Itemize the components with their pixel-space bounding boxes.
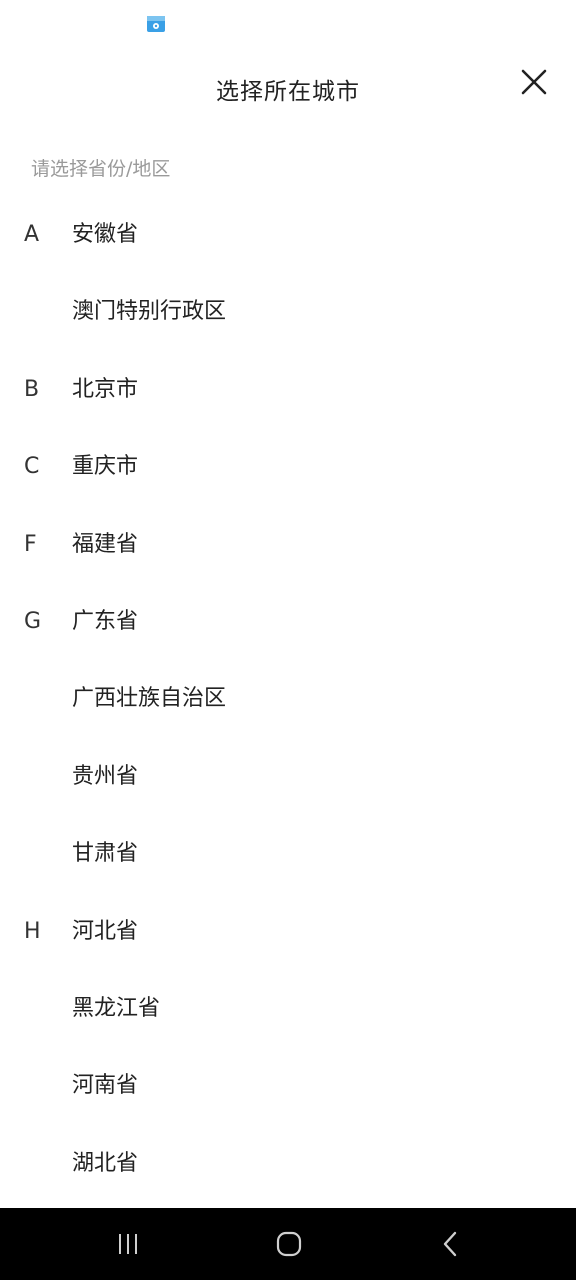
index-letter: H: [24, 918, 41, 944]
index-letter: C: [24, 454, 40, 480]
list-item[interactable]: 湖北省: [0, 1125, 576, 1202]
home-icon[interactable]: [274, 1229, 304, 1259]
list-item[interactable]: 澳门特别行政区: [0, 273, 576, 350]
list-item[interactable]: G 广东省: [0, 583, 576, 660]
list-item[interactable]: H 河北省: [0, 893, 576, 970]
back-button[interactable]: [432, 1226, 468, 1262]
list-item[interactable]: B 北京市: [0, 351, 576, 428]
list-item[interactable]: F 福建省: [0, 506, 576, 583]
index-letter: G: [24, 608, 42, 634]
index-letter: A: [24, 222, 40, 247]
list-item[interactable]: 河南省: [0, 1047, 576, 1124]
close-icon[interactable]: [520, 68, 548, 96]
province-name: 湖北省: [72, 1150, 139, 1176]
province-name: 安徽省: [72, 222, 139, 247]
province-name: 河南省: [72, 1073, 139, 1099]
page-title: 选择所在城市: [216, 79, 360, 105]
index-letter: B: [24, 376, 40, 402]
list-item[interactable]: A 安徽省: [0, 196, 576, 273]
back-icon[interactable]: [436, 1230, 464, 1258]
province-name: 贵州省: [72, 763, 139, 789]
province-name: 北京市: [72, 376, 139, 402]
province-name: 澳门特别行政区: [72, 299, 227, 325]
list-item[interactable]: 甘肃省: [0, 815, 576, 892]
province-name: 福建省: [72, 531, 139, 557]
list-item[interactable]: 黑龙江省: [0, 970, 576, 1047]
province-name: 广东省: [72, 608, 139, 634]
section-subheading: 请选择省份/地区: [31, 158, 171, 180]
recents-icon[interactable]: [114, 1230, 142, 1258]
province-name: 甘肃省: [72, 841, 139, 867]
home-button[interactable]: [271, 1226, 307, 1262]
status-bar: [0, 0, 576, 48]
list-item[interactable]: 贵州省: [0, 738, 576, 815]
system-nav-bar: [0, 1208, 576, 1280]
header: 选择所在城市: [0, 48, 576, 132]
app-shop-icon: [146, 13, 166, 33]
list-item[interactable]: 广西壮族自治区: [0, 660, 576, 737]
province-name: 河北省: [72, 918, 139, 944]
recents-button[interactable]: [110, 1226, 146, 1262]
province-list: A 安徽省 澳门特别行政区 B 北京市 C 重庆市 F 福建省 G 广东省 广西…: [0, 196, 576, 1202]
list-item[interactable]: C 重庆市: [0, 428, 576, 505]
close-button[interactable]: [516, 64, 552, 100]
province-name: 重庆市: [72, 454, 139, 480]
province-name: 黑龙江省: [72, 995, 161, 1021]
province-name: 广西壮族自治区: [72, 686, 227, 712]
index-letter: F: [24, 531, 37, 557]
